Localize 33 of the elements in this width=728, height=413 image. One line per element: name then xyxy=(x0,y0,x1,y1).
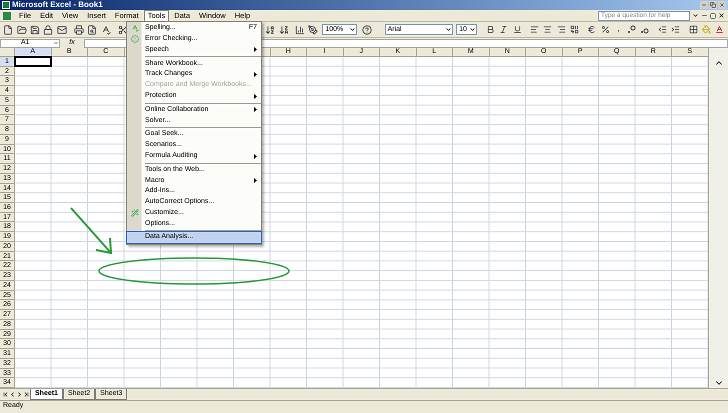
borders-icon[interactable] xyxy=(687,23,700,36)
restore-icon xyxy=(710,2,716,8)
vertical-scrollbar[interactable] xyxy=(708,48,728,388)
close-icon[interactable] xyxy=(718,12,725,19)
first-sheet-icon[interactable] xyxy=(2,390,9,398)
spelling-icon xyxy=(131,24,139,32)
close-button[interactable] xyxy=(718,1,726,9)
next-sheet-icon[interactable] xyxy=(16,390,23,398)
close-icon xyxy=(719,2,725,8)
new-file-icon[interactable] xyxy=(2,23,14,36)
annotation-arrow xyxy=(70,207,112,254)
error-check-icon xyxy=(131,35,139,44)
window-title: Microsoft Excel - Book1 xyxy=(12,0,103,10)
print-icon[interactable] xyxy=(72,23,86,36)
wand-icon xyxy=(131,209,139,218)
save-icon[interactable] xyxy=(28,23,42,36)
active-cell[interactable] xyxy=(14,56,52,67)
increase-decimal-icon[interactable] xyxy=(626,23,638,36)
restore-icon[interactable] xyxy=(710,12,716,18)
workbook-icon xyxy=(3,12,11,20)
minimize-button[interactable] xyxy=(700,1,708,9)
open-folder-icon[interactable] xyxy=(15,23,28,36)
restore-button[interactable] xyxy=(709,1,717,9)
excel-logo-icon xyxy=(2,1,10,9)
drawing-icon[interactable] xyxy=(307,23,320,36)
fill-color-icon[interactable] xyxy=(700,23,713,36)
help-icon[interactable] xyxy=(360,23,374,36)
last-sheet-icon[interactable] xyxy=(23,390,30,398)
previous-sheet-icon[interactable] xyxy=(9,390,16,398)
chart-icon[interactable] xyxy=(294,23,306,36)
print-preview-icon[interactable] xyxy=(86,23,98,36)
merge-cells-icon[interactable] xyxy=(568,23,581,36)
lock-icon[interactable] xyxy=(42,23,54,36)
